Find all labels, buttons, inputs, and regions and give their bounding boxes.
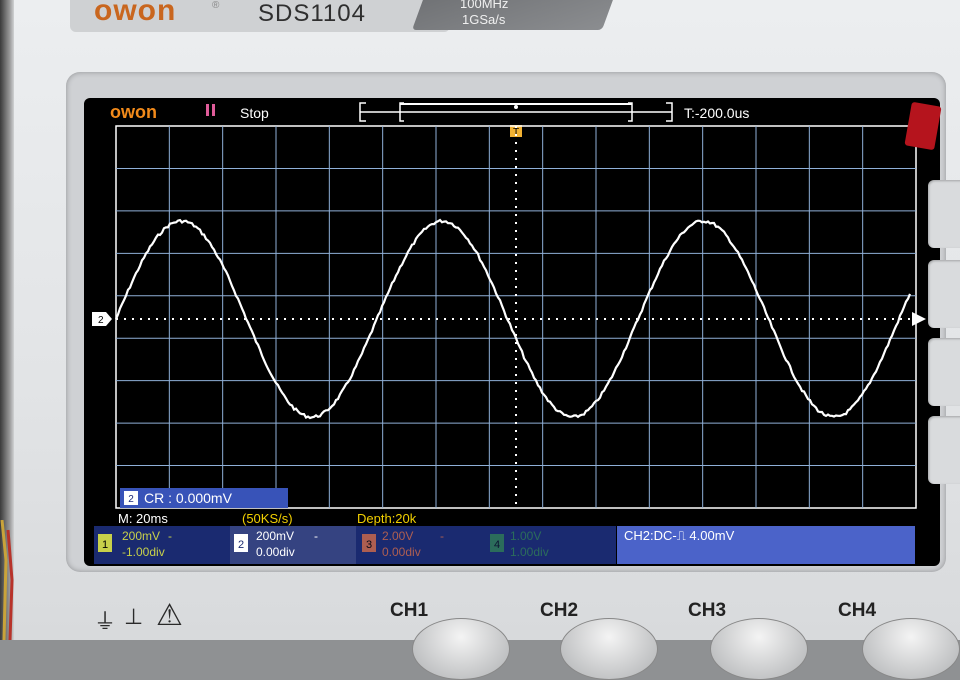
chassis-ground-icon: ⊥ bbox=[124, 604, 144, 629]
ch2-level-marker[interactable]: 2 bbox=[92, 312, 112, 326]
registered-mark: ® bbox=[212, 0, 220, 11]
ch3-knob[interactable] bbox=[710, 618, 808, 680]
trigger-info: CH2:DC-⎍ 4.00mV bbox=[624, 528, 735, 543]
svg-text:3: 3 bbox=[366, 539, 372, 551]
spec-plate bbox=[411, 0, 619, 30]
svg-text:200mV: 200mV bbox=[122, 529, 160, 543]
memory-depth-readout[interactable]: Depth:20k bbox=[357, 511, 417, 526]
lcd-screen: owon Stop T:-200.0us T 2 2 CR: 0.000mV … bbox=[84, 98, 940, 566]
screen-logo: owon bbox=[110, 102, 157, 122]
ch4-knob[interactable] bbox=[862, 618, 960, 680]
ch2-waveform bbox=[114, 218, 912, 420]
svg-text:CR : 0.000mV: CR : 0.000mV bbox=[144, 490, 233, 506]
timebase-readout[interactable]: M: 20ms bbox=[118, 511, 168, 526]
svg-text:2: 2 bbox=[238, 539, 244, 551]
svg-text:1: 1 bbox=[102, 539, 108, 551]
spec-bandwidth: 100MHz bbox=[460, 0, 509, 11]
svg-text:2.00V: 2.00V bbox=[382, 529, 413, 543]
svg-text:1.00div: 1.00div bbox=[510, 545, 549, 559]
probe-wires bbox=[0, 519, 14, 641]
svg-text:-: - bbox=[314, 529, 318, 543]
cursor-readout: 2 CR : 0.000mV bbox=[120, 488, 288, 508]
svg-text:0.00div: 0.00div bbox=[256, 545, 295, 559]
side-button-1[interactable] bbox=[928, 180, 960, 248]
ground-icon: ⏚ bbox=[94, 609, 117, 634]
ch2-button-label: CH2 bbox=[540, 600, 579, 621]
svg-text:-1.00div: -1.00div bbox=[122, 545, 165, 559]
svg-text:0.00div: 0.00div bbox=[382, 545, 421, 559]
side-button-3[interactable] bbox=[928, 338, 960, 406]
svg-text:2: 2 bbox=[98, 315, 104, 326]
sample-rate-readout: (50KS/s) bbox=[242, 511, 293, 526]
brand-logo: owon bbox=[94, 0, 177, 27]
ch2-knob[interactable] bbox=[560, 618, 658, 680]
svg-text:-: - bbox=[168, 529, 172, 543]
side-button-4[interactable] bbox=[928, 416, 960, 484]
trigger-level-marker[interactable] bbox=[912, 312, 926, 326]
svg-text:2: 2 bbox=[128, 494, 134, 505]
side-menu-buttons bbox=[928, 180, 960, 500]
svg-text:1.00V: 1.00V bbox=[510, 529, 541, 543]
ch1-knob[interactable] bbox=[412, 618, 510, 680]
svg-text:4: 4 bbox=[494, 539, 500, 551]
svg-text:200mV: 200mV bbox=[256, 529, 294, 543]
warning-icon: ⚠ bbox=[156, 599, 183, 632]
spec-sample-rate: 1GSa/s bbox=[462, 12, 506, 27]
svg-text:T: T bbox=[513, 127, 519, 138]
svg-text:-: - bbox=[440, 529, 444, 543]
pause-icon bbox=[206, 104, 215, 116]
run-status[interactable]: Stop bbox=[240, 105, 269, 121]
ch1-button-label: CH1 bbox=[390, 600, 429, 621]
side-button-2[interactable] bbox=[928, 260, 960, 328]
ch3-button-label: CH3 bbox=[688, 600, 727, 621]
model-name: SDS1104 bbox=[258, 0, 366, 27]
memory-position-bar[interactable] bbox=[359, 102, 673, 122]
ch4-button-label: CH4 bbox=[838, 600, 877, 621]
trigger-time: T:-200.0us bbox=[684, 105, 749, 121]
graticule bbox=[115, 125, 917, 509]
